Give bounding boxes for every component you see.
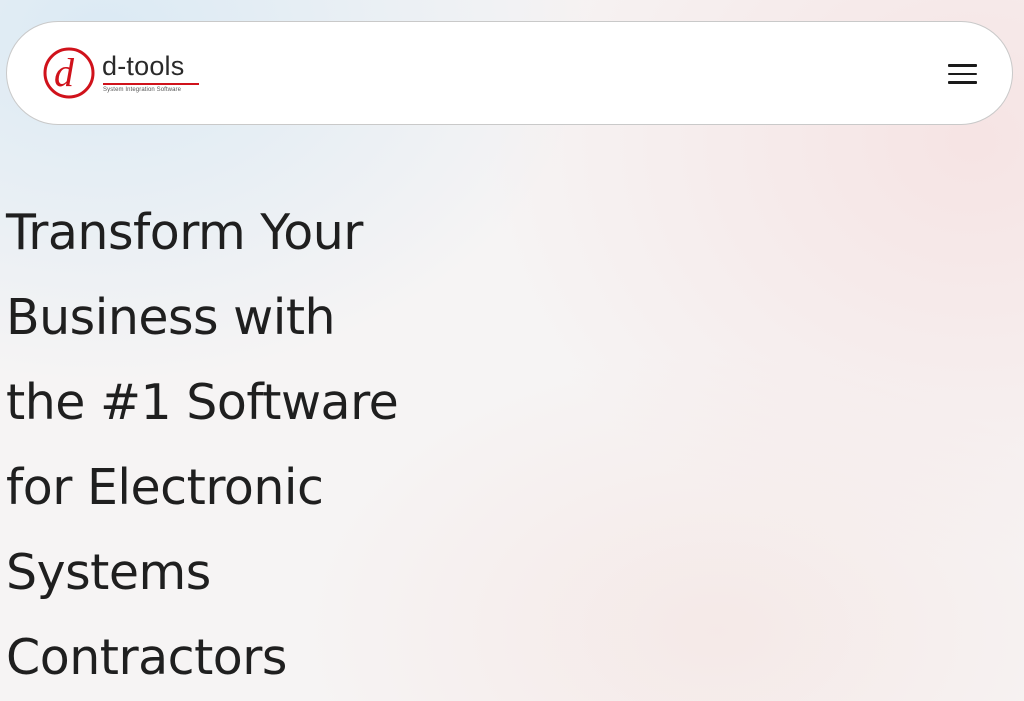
site-header: d d-tools System Integration Software: [6, 21, 1013, 125]
menu-bar-top: [948, 64, 977, 67]
logo-wordmark: d-tools: [102, 51, 185, 81]
hero-title-line: Contractors: [6, 629, 287, 686]
hero-title: Transform Your Business with the #1 Soft…: [6, 190, 526, 700]
svg-text:d: d: [54, 50, 75, 95]
logo-underline: [103, 83, 199, 85]
hero-title-line: for Electronic: [6, 459, 324, 516]
menu-bar-middle: [948, 72, 977, 76]
d-tools-logo[interactable]: d d-tools System Integration Software: [41, 42, 211, 104]
hero-title-line: Business with: [6, 289, 336, 346]
logo-tagline: System Integration Software: [103, 87, 182, 93]
menu-bar-bottom: [948, 81, 977, 84]
hero-title-line: Systems: [6, 544, 211, 601]
d-tools-logo-mark-icon: d: [43, 47, 95, 99]
hamburger-menu-icon[interactable]: [948, 59, 978, 89]
hero-title-line: the #1 Software: [6, 374, 399, 431]
hero-title-line: Transform Your: [6, 204, 363, 261]
